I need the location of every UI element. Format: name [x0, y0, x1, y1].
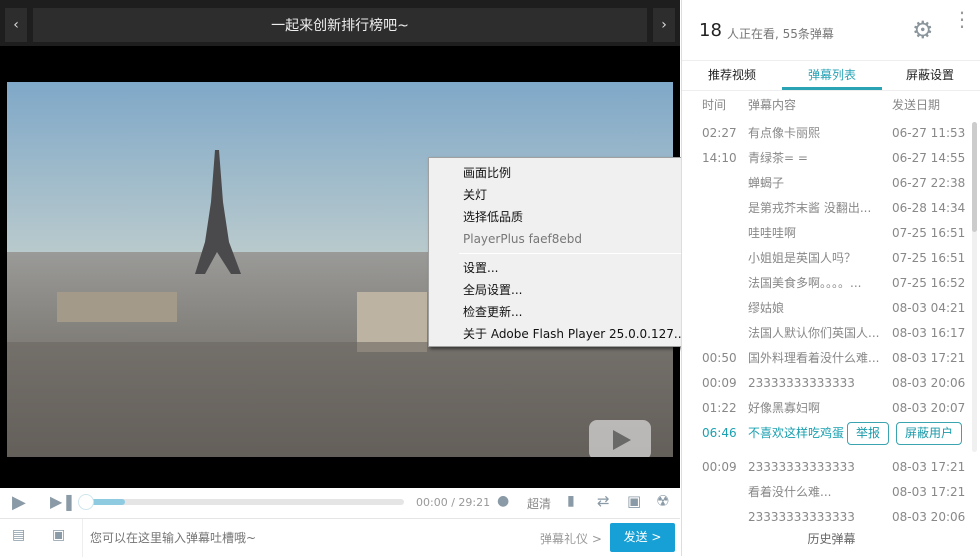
tv-icon[interactable]: ▣ [627, 492, 641, 510]
row-date: 08-03 17:21 [892, 351, 966, 365]
danmaku-toggle-icon[interactable]: ▮ [567, 493, 575, 509]
row-content: 青绿茶= = [748, 151, 808, 165]
row-time: 06:46 [702, 426, 737, 440]
row-content: 好像黑寡妇啊 [748, 401, 821, 415]
row-date: 08-03 20:06 [892, 510, 966, 524]
history-danmaku-link[interactable]: 历史弹幕 [682, 530, 980, 547]
row-content: 是第戎芥末酱 没翻出... [748, 201, 872, 215]
scrollbar[interactable] [972, 122, 977, 452]
danmaku-row[interactable]: 法国人默认你们英国人... 08-03 16:17 [682, 321, 972, 346]
video-title: 一起来创新排行榜吧~ [33, 8, 647, 42]
viewer-status: 人正在看, 55条弹幕 [727, 27, 834, 41]
volume-icon[interactable]: ● [497, 493, 509, 509]
etiquette-link[interactable]: 弹幕礼仪 > [540, 530, 602, 547]
row-time: 00:09 [702, 460, 737, 474]
danmaku-row[interactable]: 看着没什么难... 08-03 17:21 [682, 480, 972, 505]
danmaku-row[interactable]: 是第戎芥末酱 没翻出... 06-28 14:34 [682, 196, 972, 221]
danmaku-input[interactable] [90, 525, 520, 551]
row-content: 不喜欢这样吃鸡蛋 [748, 426, 845, 440]
row-time: 14:10 [702, 151, 737, 165]
row-content: 哇哇哇啊 [748, 226, 797, 240]
row-time: 02:27 [702, 126, 737, 140]
danmaku-row[interactable]: 00:50 国外料理看着没什么难... 08-03 17:21 [682, 346, 972, 371]
row-date: 08-03 16:17 [892, 326, 966, 340]
scrollbar-thumb[interactable] [972, 122, 977, 232]
block-user-button[interactable]: 屏蔽用户 [896, 422, 962, 445]
quality-select[interactable]: 超清 [527, 495, 551, 512]
gear-icon[interactable]: ⚙ [912, 16, 934, 44]
row-date: 08-03 04:21 [892, 301, 966, 315]
row-content: 法国人默认你们英国人... [748, 326, 880, 340]
row-time: 01:22 [702, 401, 737, 415]
row-date: 08-03 17:21 [892, 460, 966, 474]
title-bar: ‹ 一起来创新排行榜吧~ › [0, 0, 680, 46]
danmaku-row[interactable]: 23333333333333 08-03 20:06 [682, 505, 972, 530]
danmaku-row[interactable]: 哇哇哇啊 07-25 16:51 [682, 221, 972, 246]
row-time: 00:50 [702, 351, 737, 365]
row-date: 06-27 14:55 [892, 151, 966, 165]
row-date: 06-27 22:38 [892, 176, 966, 190]
row-content: 缪姑娘 [748, 301, 785, 315]
play-icon[interactable]: ▶ [12, 492, 26, 513]
row-content: 有点像卡丽熙 [748, 126, 821, 140]
row-content: 23333333333333 [748, 376, 855, 390]
screen-icon[interactable]: ▣ [52, 527, 65, 543]
row-date: 06-27 11:53 [892, 126, 966, 140]
row-date: 08-03 17:21 [892, 485, 966, 499]
danmaku-input-bar: ▤ ▣ 弹幕礼仪 > 发送 > [0, 518, 680, 557]
danmaku-style-icon[interactable]: ▤ [12, 527, 25, 543]
tab-recommended[interactable]: 推荐视频 [682, 60, 782, 90]
report-button[interactable]: 举报 [847, 422, 889, 445]
list-header: 时间 弹幕内容 发送日期 [682, 93, 972, 118]
header-content: 弹幕内容 [748, 98, 797, 112]
divider [682, 90, 980, 91]
row-date: 08-03 20:06 [892, 376, 966, 390]
header-date: 发送日期 [892, 98, 941, 112]
row-date: 07-25 16:51 [892, 251, 966, 265]
row-content: 国外料理看着没什么难... [748, 351, 880, 365]
row-date: 07-25 16:52 [892, 276, 966, 290]
send-button[interactable]: 发送 > [610, 523, 675, 552]
time-display: 00:00 / 29:21 [416, 496, 491, 509]
loop-icon[interactable]: ⇄ [597, 492, 610, 510]
danmaku-row[interactable]: 01:22 好像黑寡妇啊 08-03 20:07 [682, 396, 972, 421]
chevron-left-icon[interactable]: ‹ [5, 8, 27, 42]
header-time: 时间 [702, 98, 727, 112]
danmaku-row[interactable]: 02:27 有点像卡丽熙 06-27 11:53 [682, 121, 972, 146]
row-date: 06-28 14:34 [892, 201, 966, 215]
radiation-icon[interactable]: ☢ [656, 492, 669, 510]
danmaku-row[interactable]: 缪姑娘 08-03 04:21 [682, 296, 972, 321]
danmaku-row[interactable]: 14:10 青绿茶= = 06-27 14:55 [682, 146, 972, 171]
row-content: 蝉蝎子 [748, 176, 785, 190]
control-bar: ▶ ▶❚ 00:00 / 29:21 ● 超清 ▮ ⇄ ▣ ☢ [0, 488, 680, 518]
row-time: 00:09 [702, 376, 737, 390]
menu-label: 画面比例 [463, 166, 512, 180]
row-content: 小姐姐是英国人吗？ [748, 251, 857, 265]
row-content: 法国美食多啊。。。。... [748, 276, 862, 290]
next-icon[interactable]: ▶❚ [50, 492, 76, 511]
row-content: 23333333333333 [748, 460, 855, 474]
more-icon[interactable]: ⋮ [952, 9, 972, 29]
side-panel: 18 人正在看, 55条弹幕 ⚙ ⋮ 推荐视频 弹幕列表 屏蔽设置 时间 弹幕内… [681, 0, 980, 556]
tab-danmaku-list[interactable]: 弹幕列表 [782, 60, 882, 90]
danmaku-row[interactable]: 00:09 23333333333333 08-03 20:06 [682, 371, 972, 396]
danmaku-row[interactable]: 蝉蝎子 06-27 22:38 [682, 171, 972, 196]
row-content: 23333333333333 [748, 510, 855, 524]
video-player: ‹ 一起来创新排行榜吧~ › 画面比例> 关灯 选择低品质 PlayerPlus… [0, 0, 752, 557]
divider [82, 519, 83, 557]
danmaku-row[interactable]: 00:09 23333333333333 08-03 17:21 [682, 455, 972, 480]
progress-bar[interactable] [80, 499, 404, 505]
chevron-right-icon[interactable]: › [653, 8, 675, 42]
row-date: 07-25 16:51 [892, 226, 966, 240]
row-date: 08-03 20:07 [892, 401, 966, 415]
progress-handle[interactable] [78, 494, 94, 510]
viewer-count: 18 [699, 20, 722, 41]
danmaku-row[interactable]: 法国美食多啊。。。。... 07-25 16:52 [682, 271, 972, 296]
danmaku-row[interactable]: 小姐姐是英国人吗？ 07-25 16:51 [682, 246, 972, 271]
row-content: 看着没什么难... [748, 485, 832, 499]
tab-block-settings[interactable]: 屏蔽设置 [880, 60, 980, 90]
